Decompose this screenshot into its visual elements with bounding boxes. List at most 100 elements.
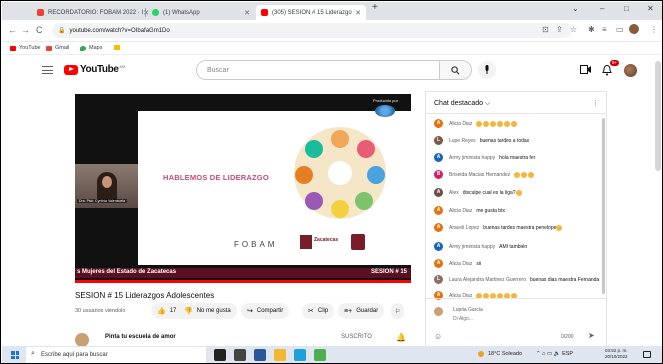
share-arrow-icon: ↪ bbox=[247, 308, 253, 315]
lock-icon[interactable]: 🔒 bbox=[58, 27, 65, 34]
share-icon[interactable]: ⇪ bbox=[556, 25, 563, 34]
logo-country: MX bbox=[119, 64, 126, 69]
taskbar-clock[interactable]: 03:52 p. m. 20/10/2022 bbox=[605, 348, 628, 360]
weather-widget[interactable]: 18°C Soleado bbox=[478, 351, 522, 357]
more-actions-button[interactable]: ⚐ bbox=[391, 303, 405, 319]
bookmark-drive[interactable] bbox=[114, 45, 123, 50]
chat-author-name: Briseida Macias Hernandez bbox=[449, 171, 511, 178]
chat-message[interactable]: B Briseida Macias Hernandez bbox=[434, 170, 604, 179]
explorer-icon[interactable] bbox=[274, 349, 286, 361]
chat-message-text: buenas dias maestra Fernanda bbox=[530, 276, 600, 283]
bookmark-youtube[interactable]: YouTube bbox=[10, 45, 41, 51]
chrome-icon[interactable] bbox=[314, 349, 326, 361]
create-video-icon[interactable] bbox=[580, 65, 591, 74]
webcam-caption: Dra. Psic. Cynthia Valenzuela bbox=[77, 199, 128, 203]
clip-button[interactable]: ✂ Clip bbox=[302, 303, 335, 319]
search-placeholder: Buscar bbox=[207, 66, 229, 74]
forward-button[interactable]: → bbox=[21, 25, 30, 35]
channel-bell-icon[interactable]: 🔔 bbox=[396, 333, 406, 342]
share-button[interactable]: ↪ Compartir bbox=[241, 303, 290, 319]
bookmark-star-icon[interactable]: ☆ bbox=[570, 25, 577, 34]
chat-message[interactable]: A Araceli Lopez buenas tardes maestra pene… bbox=[434, 223, 604, 232]
tab-youtube-active[interactable]: (305) SESION # 15 Liderazgo ✕ bbox=[256, 5, 366, 20]
tab-label: (1) WhatsApp bbox=[163, 9, 200, 16]
chat-message-text: me gusta btx bbox=[476, 207, 505, 214]
subscribed-button[interactable]: SUSCRITO bbox=[341, 334, 372, 340]
chat-message[interactable]: L Lupe Reyes buenas tardes a todas bbox=[434, 136, 604, 145]
chat-message[interactable]: A Alex disculpe cual es la liga? bbox=[434, 188, 604, 197]
close-tab-icon[interactable]: ✕ bbox=[244, 9, 250, 17]
zacatecas-logo: Zacatecas bbox=[300, 235, 340, 255]
notification-center-icon[interactable] bbox=[643, 351, 651, 358]
address-bar[interactable]: 🔒 youtube.com/watch?v=OIbafaGm1Do bbox=[52, 23, 572, 38]
chat-author-name: Araceli Lopez bbox=[449, 224, 480, 231]
back-button[interactable]: ← bbox=[8, 25, 17, 35]
close-tab-icon[interactable]: ✕ bbox=[355, 9, 361, 17]
emoji-picker-icon[interactable]: ☺ bbox=[434, 332, 442, 341]
maximize-button[interactable]: □ bbox=[624, 4, 629, 13]
chat-author-avatar: A bbox=[434, 223, 443, 232]
flag-icon: ⚐ bbox=[395, 308, 401, 315]
chat-message[interactable]: L Laura Alejandra Martinez Guerrero buenas… bbox=[434, 275, 604, 284]
install-icon[interactable]: ⊡ bbox=[542, 25, 549, 34]
scissors-icon: ✂ bbox=[308, 308, 314, 315]
voice-search-button[interactable] bbox=[478, 61, 496, 79]
system-tray[interactable]: ⌃ ⌂ ▭ 🔈 ESP bbox=[536, 351, 573, 357]
widgets-icon[interactable] bbox=[234, 349, 246, 361]
emoji-icon bbox=[556, 224, 563, 231]
chat-message[interactable]: A Alicia Diaz me gusta btx bbox=[434, 206, 604, 215]
save-button[interactable]: ≡+ Guardar bbox=[338, 303, 385, 319]
notifications-bell-icon[interactable] bbox=[602, 65, 612, 76]
children-circle-illustration bbox=[294, 127, 386, 219]
taskbar-search-input[interactable]: ⌕ Escribe aquí para buscar bbox=[26, 347, 206, 363]
media-queue-icon[interactable]: ≡ bbox=[602, 25, 607, 34]
profile-avatar-icon[interactable] bbox=[629, 24, 639, 34]
bookmark-maps[interactable]: Maps bbox=[80, 45, 102, 51]
chat-input[interactable] bbox=[453, 316, 593, 322]
minimize-button[interactable]: – bbox=[600, 4, 604, 13]
chat-message-text: AMI también bbox=[499, 243, 528, 250]
page-scrollbar[interactable] bbox=[655, 61, 661, 171]
video-player[interactable]: HABLEMOS DE LIDERAZGO FOBAM Zacatecas Dr… bbox=[75, 94, 411, 283]
task-view-icon[interactable] bbox=[214, 349, 226, 361]
tab-search-icon[interactable]: ⌄ bbox=[572, 4, 579, 13]
chat-mode-selector[interactable]: Chat destacado ⌵ bbox=[434, 100, 490, 108]
chat-message[interactable]: A Alicia Diaz sii bbox=[434, 259, 604, 268]
tab-whatsapp[interactable]: (1) WhatsApp ✕ bbox=[147, 5, 255, 20]
chrome-menu-icon[interactable]: ⋮ bbox=[650, 25, 658, 34]
more-options-icon[interactable]: ⋮ bbox=[592, 99, 599, 107]
produced-by-text: Producido por bbox=[373, 98, 398, 103]
search-button[interactable] bbox=[440, 60, 472, 80]
presenter-webcam: Dra. Psic. Cynthia Valenzuela bbox=[75, 164, 138, 208]
extensions-icon[interactable]: ✱ bbox=[588, 25, 595, 34]
chat-message[interactable]: A Army jiminista happy hola maestra fer bbox=[434, 153, 604, 162]
channel-name[interactable]: Pinta tu escuela de amor bbox=[105, 334, 176, 340]
close-window-button[interactable]: ✕ bbox=[647, 4, 654, 13]
emoji-icon bbox=[483, 120, 490, 127]
tab-recordatorio[interactable]: RECORDATORIO: FOBAM 2022 · I ✕ bbox=[32, 5, 149, 20]
chat-message[interactable]: A Army jiminista happy AMI también bbox=[434, 242, 604, 251]
menu-icon[interactable] bbox=[42, 66, 53, 74]
channel-avatar[interactable] bbox=[75, 333, 89, 347]
edge-icon[interactable] bbox=[294, 349, 306, 361]
chat-author-avatar: L bbox=[434, 136, 443, 145]
account-avatar[interactable] bbox=[624, 64, 637, 77]
youtube-logo[interactable]: YouTube MX bbox=[64, 64, 126, 75]
drive-icon bbox=[114, 45, 120, 50]
fobam-logo: FOBAM bbox=[234, 240, 278, 249]
word-icon[interactable] bbox=[254, 349, 266, 361]
side-panel-icon[interactable]: ▭ bbox=[616, 25, 624, 34]
send-icon[interactable]: ➤ bbox=[588, 331, 595, 340]
bookmark-label: Gmail bbox=[55, 45, 70, 51]
live-progress-bar[interactable] bbox=[75, 280, 411, 283]
reload-button[interactable]: C bbox=[36, 25, 43, 35]
chat-scrollbar[interactable] bbox=[602, 118, 605, 294]
new-tab-button[interactable]: + bbox=[372, 2, 378, 13]
bookmark-gmail[interactable]: Gmail bbox=[46, 45, 69, 51]
microphone-icon bbox=[485, 65, 489, 74]
windows-start-icon[interactable] bbox=[11, 351, 19, 359]
my-name: Lupita Garcia bbox=[453, 307, 483, 313]
chat-message[interactable]: A Alicia Diaz bbox=[434, 119, 604, 128]
search-input[interactable]: Buscar bbox=[196, 60, 440, 80]
dislike-button[interactable]: 👎 No me gusta bbox=[178, 303, 237, 319]
